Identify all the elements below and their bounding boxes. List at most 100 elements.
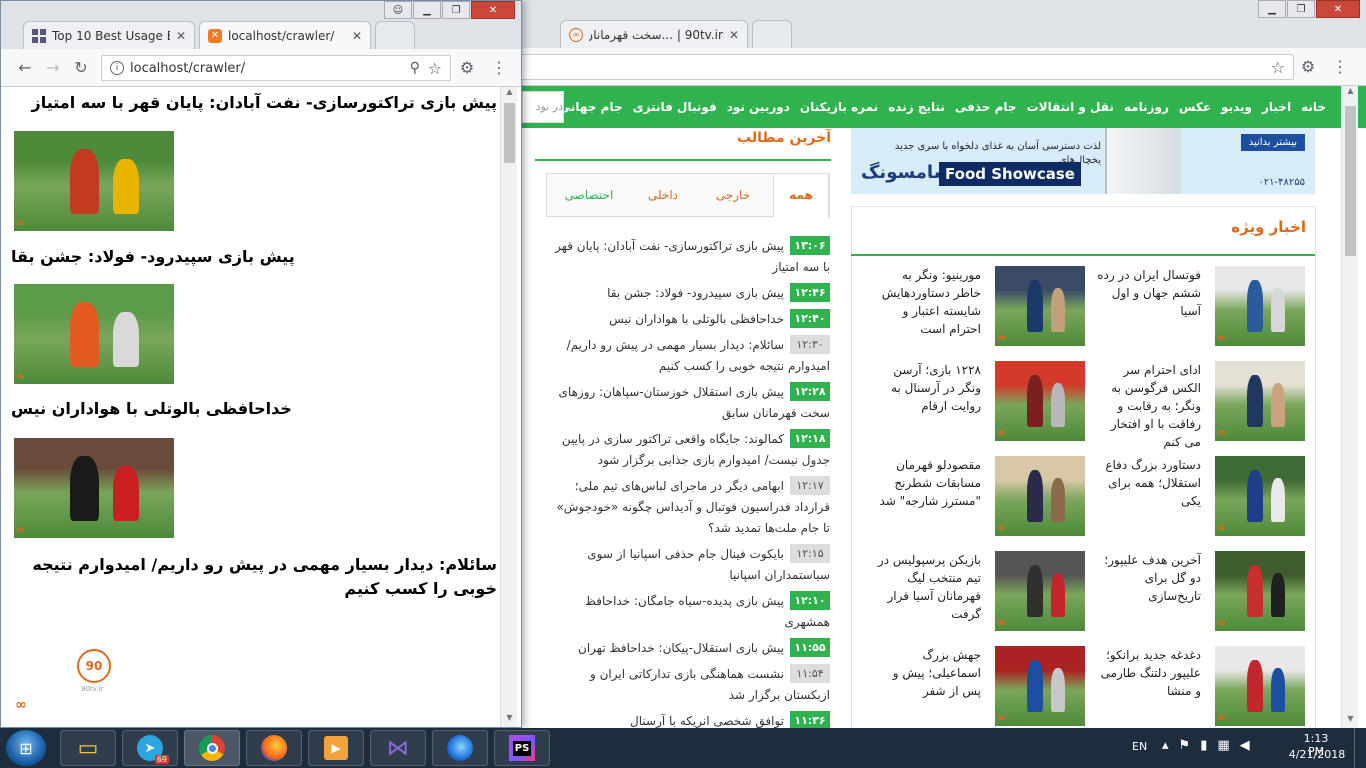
tab-exclusive[interactable]: اختصاصی [553, 174, 625, 216]
ad-phone: ۰۲۱-۴۸۲۵۵ [1258, 177, 1305, 188]
tab-top10[interactable]: Top 10 Best Usage Exa ✕ [23, 21, 195, 49]
search-input[interactable]: در نود [522, 91, 564, 123]
url-text[interactable]: localhost/crawler/ [130, 61, 245, 76]
device-icon[interactable]: ▮ [1200, 738, 1217, 753]
extension-gear-icon[interactable]: ⚙ [1298, 57, 1318, 76]
nav-item[interactable]: ویدیو [1221, 100, 1252, 114]
nav-item[interactable]: جام جهانی [559, 100, 623, 114]
featured-item[interactable]: ∞ فوتسال ایران در رده ششم جهان و اول آسیا [1085, 266, 1305, 356]
visual-studio-icon[interactable]: ⋈ [370, 730, 426, 766]
latest-item[interactable]: ۱۲:۲۸پیش بازی استقلال خوزستان-سپاهان: رو… [546, 382, 830, 424]
tab-all[interactable]: همه [773, 173, 829, 218]
latest-item[interactable]: ۱۱:۳۶ توافق شخصی انریکه با آرسنال [546, 711, 830, 728]
network-icon[interactable]: ▦ [1217, 738, 1239, 753]
nav-item[interactable]: جام حذفی [955, 100, 1017, 114]
tab-90tv[interactable]: ∞ 90tv.ir | ...ﺳﺨﺖ ﻗﻬﺮﻣﺎﻧﺎﻥ ﺳﺎﺑﻖ ✕ [560, 20, 748, 48]
new-tab-button[interactable] [375, 21, 415, 49]
latest-item[interactable]: ۱۲:۴۶ پیش بازی سپیدرود- فولاد: جشن بقا [546, 283, 830, 304]
page-scrollbar[interactable]: ▲ ▼ [1341, 86, 1358, 728]
scroll-up-arrow[interactable]: ▲ [501, 87, 518, 101]
close-tab-icon[interactable]: ✕ [723, 28, 739, 42]
featured-item[interactable]: ∞ آخرین هدف علیپور؛ دو گل برای تاریخ‌سازی [1085, 551, 1305, 641]
featured-item[interactable]: ∞ ۱۲۲۸ بازی؛ آرسن ونگر در آرسنال به روایت… [865, 361, 1085, 451]
featured-image: ∞ [1215, 266, 1305, 346]
featured-item[interactable]: ∞ جهش بزرگ اسماعیلی؛ پیش و پس از شفر [865, 646, 1085, 728]
chrome-icon[interactable] [184, 730, 240, 766]
90tv-watermark-icon: ∞ [1217, 331, 1227, 344]
latest-item[interactable]: ۱۲:۱۵بایکوت فینال جام حذفی اسپانیا از سو… [546, 544, 830, 586]
scroll-thumb[interactable] [1345, 106, 1356, 256]
zoom-search-icon[interactable]: ⚲ [410, 60, 420, 76]
latest-item[interactable]: ۱۱:۵۵ پیش بازی استقلال-پیکان: خداحافظ تهر… [546, 638, 830, 659]
tab-crawler[interactable]: ✕ localhost/crawler/ ✕ [199, 21, 371, 49]
tab-foreign[interactable]: خارجی [703, 174, 763, 216]
extension-gear-icon[interactable]: ⚙ [457, 58, 477, 77]
flag-icon[interactable]: ⚑ [1179, 738, 1201, 753]
start-orb-icon[interactable]: ⊞ [6, 730, 46, 766]
show-hidden-icons-icon[interactable]: ▴ [1162, 738, 1179, 753]
file-explorer-icon[interactable]: ▭ [60, 730, 116, 766]
minimize-button[interactable]: ▁ [413, 1, 441, 19]
language-indicator[interactable]: EN [1132, 740, 1147, 753]
phpstorm-icon[interactable]: PS [494, 730, 550, 766]
nav-item[interactable]: نمره بازیکنان [800, 100, 878, 114]
close-tab-icon[interactable]: ✕ [170, 29, 186, 43]
show-desktop-button[interactable] [1354, 728, 1366, 768]
new-tab-button[interactable] [752, 20, 792, 48]
close-tab-icon[interactable]: ✕ [346, 29, 362, 43]
latest-item[interactable]: ۱۱:۵۴نشست هماهنگی بازی تدارکاتی ایران و … [546, 664, 830, 706]
menu-kebab-icon[interactable]: ⋮ [489, 58, 509, 77]
latest-item[interactable]: ۱۲:۴۰ خداحافظی بالوتلی با هواداران نیس [546, 309, 830, 330]
firefox-icon[interactable] [246, 730, 302, 766]
nav-item[interactable]: نتایج زنده [888, 100, 945, 114]
nav-item[interactable]: دوربین نود [727, 100, 790, 114]
nav-item[interactable]: عکس [1179, 100, 1211, 114]
scroll-thumb[interactable] [504, 103, 515, 163]
maximize-button[interactable]: ❐ [442, 1, 470, 19]
address-bar[interactable]: ☆ [520, 54, 1294, 80]
nav-item[interactable]: اخبار [1262, 100, 1291, 114]
telegram-icon[interactable]: ➤ 69 [122, 730, 178, 766]
nav-item[interactable]: نقل و انتقالات [1027, 100, 1114, 114]
latest-item[interactable]: ۱۲:۱۸کمالوند: جایگاه واقعی تراکتور سازی … [546, 429, 830, 471]
latest-item[interactable]: ۱۲:۱۷ابهامی دیگر در ماجرای لباس‌های تیم … [546, 476, 830, 539]
star-icon[interactable]: ☆ [1271, 58, 1285, 77]
scroll-down-arrow[interactable]: ▼ [1342, 714, 1359, 728]
ad-more-button[interactable]: بیشتر بدانید [1240, 134, 1305, 151]
menu-kebab-icon[interactable]: ⋮ [1330, 57, 1350, 76]
media-player-icon[interactable]: ▶ [308, 730, 364, 766]
featured-item[interactable]: ∞ بازیکن پرسپولیس در تیم منتخب لیگ قهرمان… [865, 551, 1085, 641]
featured-image: ∞ [995, 361, 1085, 441]
latest-item[interactable]: ۱۳:۰۶پیش بازی تراکتورسازی- نفت آبادان: پ… [546, 236, 830, 278]
star-icon[interactable]: ☆ [428, 59, 442, 78]
minimize-button[interactable]: ▁ [1258, 0, 1286, 18]
forward-arrow-icon[interactable]: → [43, 58, 63, 77]
nav-item[interactable]: فوتبال فانتزی [633, 100, 717, 114]
clock-date[interactable]: 4/21/2018 [1288, 748, 1346, 761]
featured-item[interactable]: ∞ دستاورد بزرگ دفاع استقلال؛ همه برای یکی [1085, 456, 1305, 546]
featured-item[interactable]: ∞ مورینیو: ونگر به خاطر دستاوردهایش شایست… [865, 266, 1085, 356]
reload-icon[interactable]: ↻ [71, 58, 91, 77]
firefox-dev-icon[interactable] [432, 730, 488, 766]
latest-item[interactable]: ۱۲:۳۰سائلام: دیدار بسیار مهمی در پیش رو … [546, 335, 830, 377]
nav-item[interactable]: روزنامه [1124, 100, 1169, 114]
featured-item[interactable]: ∞ مقصودلو قهرمان مسابقات شطرنج "مسترز شار… [865, 456, 1085, 546]
page-scrollbar[interactable]: ▲ ▼ [500, 87, 517, 727]
scroll-down-arrow[interactable]: ▼ [501, 713, 518, 727]
close-button[interactable]: ✕ [1316, 0, 1360, 18]
featured-item[interactable]: ∞ ادای احترام سر الکس فرگوسن به ونگر؛ به … [1085, 361, 1305, 451]
back-arrow-icon[interactable]: ← [15, 58, 35, 77]
latest-item[interactable]: ۱۲:۱۰پیش بازی پدیده-سیاه جامگان: خداحافظ… [546, 591, 830, 633]
featured-item[interactable]: ∞ دغدغه جدید برانکو؛ علیپور دلتنگ طارمی و… [1085, 646, 1305, 728]
volume-muted-icon[interactable]: ◀ [1240, 738, 1260, 753]
user-icon[interactable]: ☺ [384, 1, 412, 19]
90tv-watermark-icon: ∞ [997, 616, 1007, 629]
maximize-button[interactable]: ❐ [1287, 0, 1315, 18]
scroll-up-arrow[interactable]: ▲ [1342, 86, 1359, 100]
close-button[interactable]: ✕ [471, 1, 515, 19]
nav-item[interactable]: خانه [1301, 100, 1326, 114]
tab-domestic[interactable]: داخلی [633, 174, 693, 216]
samsung-ad-banner[interactable]: بیشتر بدانید لذت دسترسی آسان به غذای دلخ… [851, 128, 1315, 194]
featured-title: ادای احترام سر الکس فرگوسن به ونگر؛ به ر… [1110, 363, 1201, 449]
address-bar[interactable]: i localhost/crawler/ ⚲ ☆ [101, 55, 451, 81]
